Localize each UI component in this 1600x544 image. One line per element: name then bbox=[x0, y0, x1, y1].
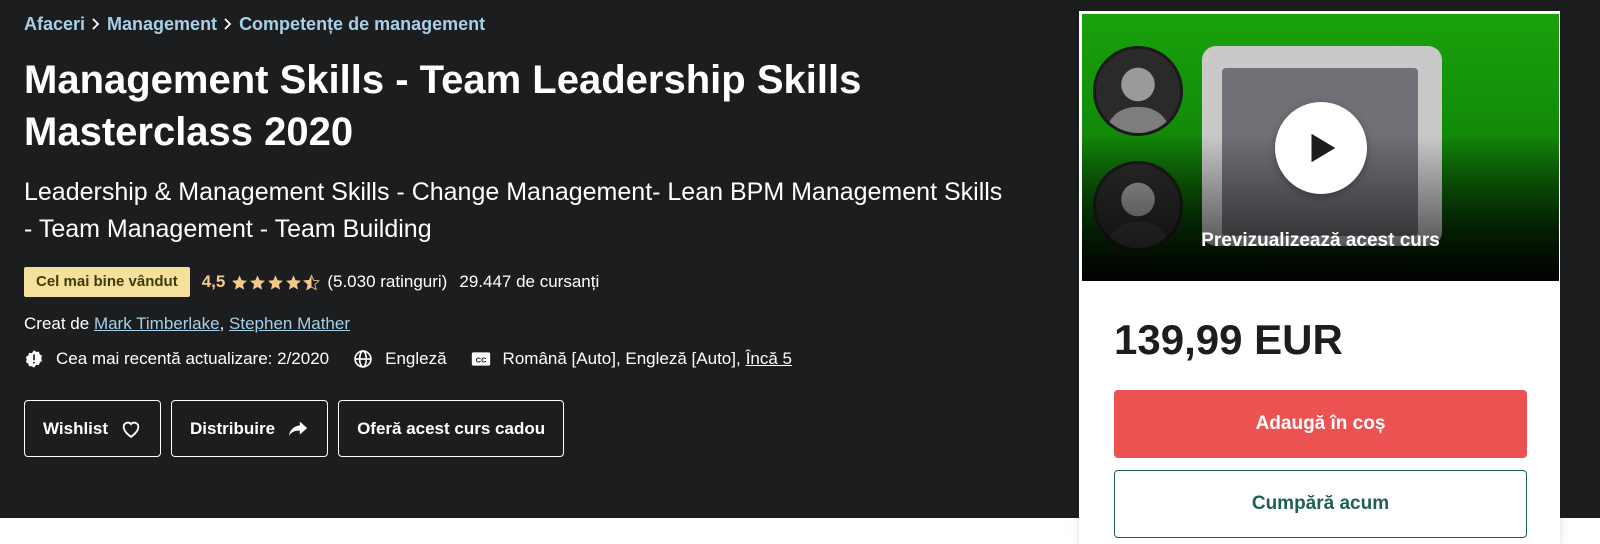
last-updated: Cea mai recentă actualizare: 2/2020 bbox=[24, 349, 329, 369]
captions: CC Română [Auto], Engleză [Auto], Încă 5 bbox=[471, 349, 792, 369]
last-updated-text: Cea mai recentă actualizare: 2/2020 bbox=[56, 349, 330, 368]
star-full-icon bbox=[268, 274, 284, 290]
language: Engleză bbox=[353, 349, 447, 369]
created-by-label: Creat de bbox=[24, 314, 90, 333]
rating-count[interactable]: (5.030 ratinguri) bbox=[327, 272, 447, 292]
course-meta: Cea mai recentă actualizare: 2/2020 Engl… bbox=[24, 346, 1024, 372]
play-icon bbox=[1311, 133, 1336, 163]
closed-captions-icon: CC bbox=[471, 349, 491, 369]
author-link-stephen-mather[interactable]: Stephen Mather bbox=[229, 314, 350, 333]
captions-more-link[interactable]: Încă 5 bbox=[746, 349, 792, 369]
course-price: 139,99 EUR bbox=[1114, 316, 1343, 363]
bestseller-badge: Cel mai bine vândut bbox=[24, 267, 190, 297]
alert-badge-icon bbox=[24, 349, 44, 369]
rating-score: 4,5 bbox=[201, 272, 226, 291]
wishlist-label: Wishlist bbox=[43, 418, 109, 438]
heart-icon bbox=[120, 418, 142, 440]
play-button[interactable] bbox=[1275, 102, 1367, 194]
author-link-mark-timberlake[interactable]: Mark Timberlake bbox=[94, 314, 220, 333]
student-count: 29.447 de cursanți bbox=[459, 272, 600, 291]
rating-row: Cel mai bine vândut 4,5 (5.030 ratinguri… bbox=[24, 266, 1024, 298]
breadcrumb: Afaceri Management Competențe de managem… bbox=[24, 12, 1024, 36]
star-full-icon bbox=[286, 274, 302, 290]
language-text: Engleză bbox=[385, 349, 447, 368]
purchase-sidebar: Previzualizează acest curs 139,99 EUR Ad… bbox=[1079, 11, 1560, 544]
course-title: Management Skills - Team Leadership Skil… bbox=[24, 58, 862, 154]
chevron-right-icon bbox=[85, 12, 107, 36]
wishlist-button[interactable]: Wishlist bbox=[24, 400, 162, 457]
gift-label: Oferă acest curs cadou bbox=[357, 418, 546, 438]
created-by: Creat de Mark Timberlake, Stephen Mather bbox=[24, 312, 1024, 336]
star-full-icon bbox=[250, 274, 266, 290]
buy-now-button[interactable]: Cumpără acum bbox=[1114, 470, 1527, 538]
share-label: Distribuire bbox=[190, 418, 276, 438]
rating-stars bbox=[231, 273, 321, 291]
course-subtitle: Leadership & Management Skills - Change … bbox=[24, 178, 1003, 243]
captions-text: Română [Auto], Engleză [Auto], bbox=[502, 349, 741, 368]
author-separator: , bbox=[219, 314, 230, 333]
course-info: Afaceri Management Competențe de managem… bbox=[24, 12, 1024, 457]
preview-label: Previzualizează acest curs bbox=[1201, 230, 1440, 251]
add-to-cart-button[interactable]: Adaugă în coș bbox=[1114, 390, 1527, 458]
course-actions: Wishlist Distribuire Oferă acest curs ca… bbox=[24, 400, 1024, 457]
chevron-right-icon bbox=[217, 12, 239, 36]
globe-icon bbox=[353, 349, 373, 369]
star-full-icon bbox=[232, 274, 248, 290]
breadcrumb-item-competente[interactable]: Competențe de management bbox=[239, 14, 485, 35]
svg-text:CC: CC bbox=[475, 355, 486, 364]
course-preview[interactable]: Previzualizează acest curs bbox=[1082, 14, 1559, 281]
share-arrow-icon bbox=[287, 418, 309, 440]
share-button[interactable]: Distribuire bbox=[171, 400, 329, 457]
star-half-icon bbox=[303, 273, 321, 290]
gift-course-button[interactable]: Oferă acest curs cadou bbox=[338, 400, 565, 457]
breadcrumb-item-afaceri[interactable]: Afaceri bbox=[24, 14, 85, 35]
breadcrumb-item-management[interactable]: Management bbox=[107, 14, 217, 35]
